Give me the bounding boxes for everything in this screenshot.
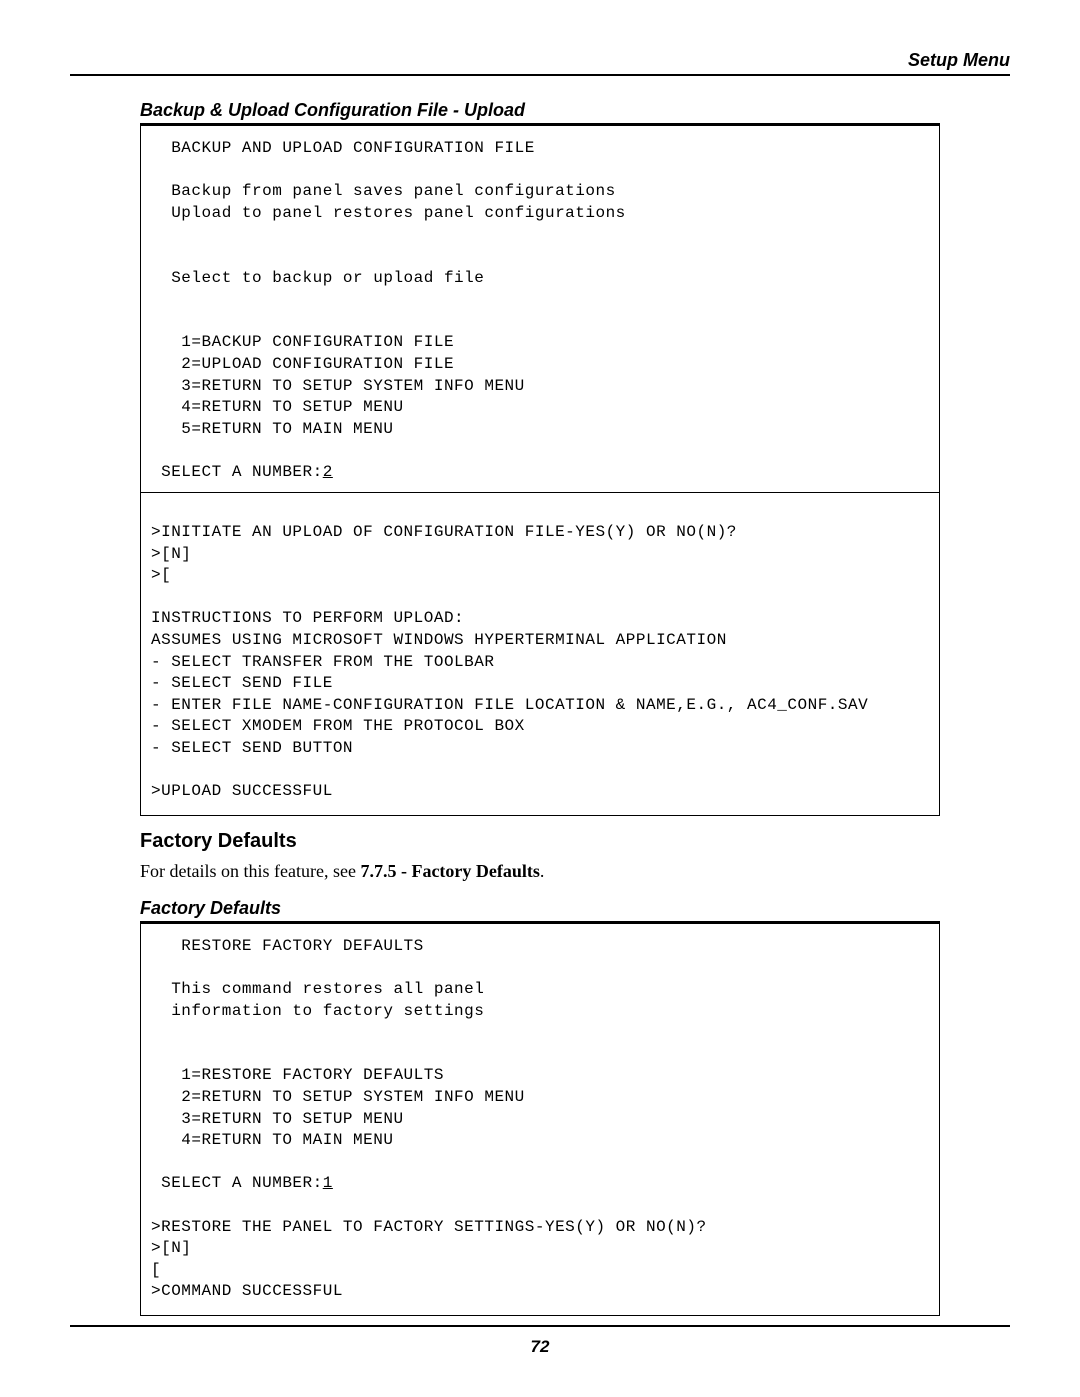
term-instr-title: INSTRUCTIONS TO PERFORM UPLOAD:: [151, 609, 464, 627]
term-select-prompt: Select to backup or upload file: [151, 269, 484, 287]
term2-select-value: 1: [323, 1174, 333, 1192]
term2-resp2: [: [151, 1261, 161, 1279]
term-opt2: 2=UPLOAD CONFIGURATION FILE: [151, 355, 454, 373]
term-instr2: - SELECT SEND FILE: [151, 674, 333, 692]
term-heading: BACKUP AND UPLOAD CONFIGURATION FILE: [151, 139, 535, 157]
term-instr5: - SELECT SEND BUTTON: [151, 739, 353, 757]
term-resp1: >[N]: [151, 545, 191, 563]
term-initiate: >INITIATE AN UPLOAD OF CONFIGURATION FIL…: [151, 523, 737, 541]
term2-result: >COMMAND SUCCESSFUL: [151, 1282, 343, 1300]
term-instr-assume: ASSUMES USING MICROSOFT WINDOWS HYPERTER…: [151, 631, 727, 649]
terminal-factory-defaults: RESTORE FACTORY DEFAULTS This command re…: [140, 923, 940, 1316]
term-instr3: - ENTER FILE NAME-CONFIGURATION FILE LOC…: [151, 696, 868, 714]
term-opt4: 4=RETURN TO SETUP MENU: [151, 398, 404, 416]
term-opt3: 3=RETURN TO SETUP SYSTEM INFO MENU: [151, 377, 525, 395]
term-desc2: Upload to panel restores panel configura…: [151, 204, 626, 222]
terminal-divider: [141, 492, 939, 493]
term2-opt4: 4=RETURN TO MAIN MENU: [151, 1131, 393, 1149]
term-instr1: - SELECT TRANSFER FROM THE TOOLBAR: [151, 653, 494, 671]
term-result: >UPLOAD SUCCESSFUL: [151, 782, 333, 800]
term-opt5: 5=RETURN TO MAIN MENU: [151, 420, 393, 438]
term2-opt2: 2=RETURN TO SETUP SYSTEM INFO MENU: [151, 1088, 525, 1106]
term-select-value: 2: [323, 463, 333, 481]
term2-opt1: 1=RESTORE FACTORY DEFAULTS: [151, 1066, 444, 1084]
term2-desc2: information to factory settings: [151, 1002, 484, 1020]
body-ref: 7.7.5 - Factory Defaults: [360, 861, 539, 881]
term-resp2: >[: [151, 566, 171, 584]
section2-sub-title: Factory Defaults: [140, 898, 940, 923]
body-suffix: .: [540, 861, 545, 881]
term2-desc1: This command restores all panel: [151, 980, 484, 998]
body-prefix: For details on this feature, see: [140, 861, 360, 881]
term2-heading: RESTORE FACTORY DEFAULTS: [151, 937, 424, 955]
term-opt1: 1=BACKUP CONFIGURATION FILE: [151, 333, 454, 351]
section2-title: Factory Defaults: [140, 830, 940, 853]
section1-title: Backup & Upload Configuration File - Upl…: [140, 100, 940, 125]
term2-resp1: >[N]: [151, 1239, 191, 1257]
header-title: Setup Menu: [908, 50, 1010, 71]
term2-select-label: SELECT A NUMBER:: [151, 1174, 323, 1192]
footer-rule: [70, 1325, 1010, 1327]
term2-confirm: >RESTORE THE PANEL TO FACTORY SETTINGS-Y…: [151, 1218, 707, 1236]
term-instr4: - SELECT XMODEM FROM THE PROTOCOL BOX: [151, 717, 525, 735]
page-header: Setup Menu: [70, 50, 1010, 76]
page-content: Backup & Upload Configuration File - Upl…: [70, 100, 1010, 1316]
page-number: 72: [0, 1337, 1080, 1357]
section2-body: For details on this feature, see 7.7.5 -…: [140, 861, 940, 882]
term-select-label: SELECT A NUMBER:: [151, 463, 323, 481]
terminal-backup-upload: BACKUP AND UPLOAD CONFIGURATION FILE Bac…: [140, 125, 940, 816]
term-desc1: Backup from panel saves panel configurat…: [151, 182, 616, 200]
term2-opt3: 3=RETURN TO SETUP MENU: [151, 1110, 404, 1128]
